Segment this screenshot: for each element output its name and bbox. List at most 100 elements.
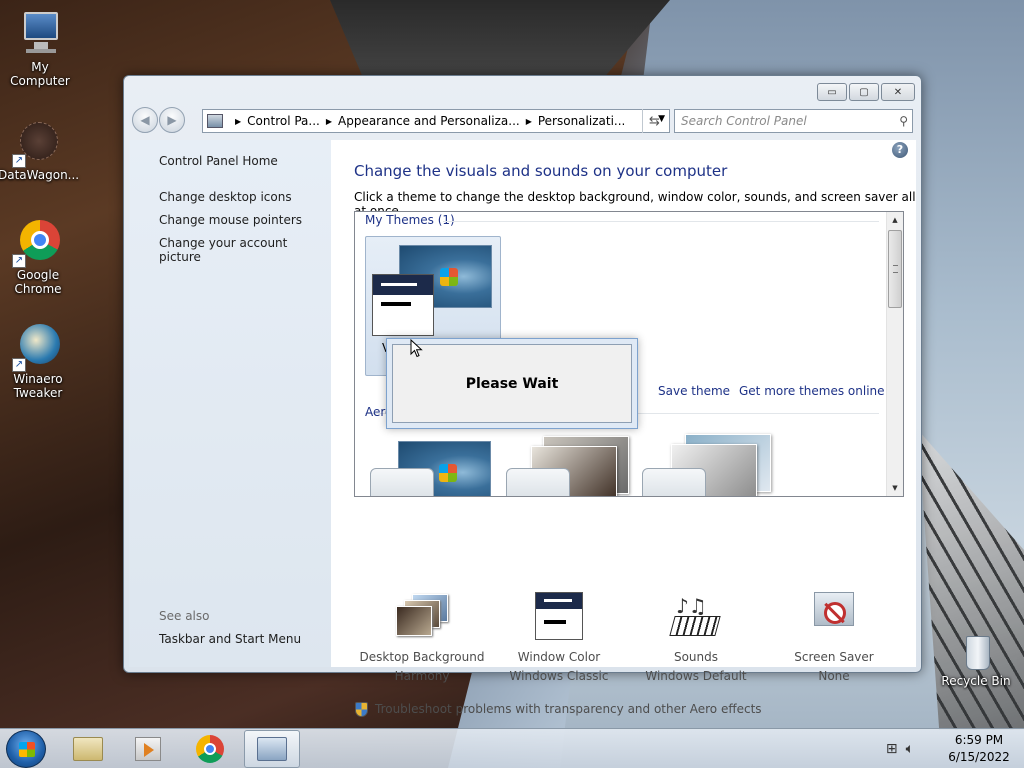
clock[interactable]: 6:59 PM 6/15/2022	[934, 732, 1024, 766]
windows-logo-icon	[439, 464, 457, 482]
taskbar-explorer[interactable]	[60, 730, 116, 768]
window-controls: ▭ ▢ ✕	[817, 83, 915, 101]
close-button[interactable]: ✕	[881, 83, 915, 101]
breadcrumb-item-control-panel[interactable]: Control Pa...	[247, 114, 320, 128]
clock-date: 6/15/2022	[948, 750, 1010, 764]
recycle-bin-icon	[952, 632, 1000, 672]
taskbar-control-panel[interactable]	[244, 730, 300, 768]
breadcrumb: ▶ Control Pa... ▶ Appearance and Persona…	[229, 114, 625, 128]
sounds-icon: ♪♫	[666, 592, 726, 644]
scroll-up-icon[interactable]: ▲	[887, 212, 903, 228]
breadcrumb-separator-icon[interactable]: ▶	[235, 117, 241, 126]
address-bar[interactable]: ▶ Control Pa... ▶ Appearance and Persona…	[202, 109, 670, 133]
page-title: Change the visuals and sounds on your co…	[354, 162, 728, 180]
sounds-button[interactable]: ♪♫ Sounds Windows Default	[631, 592, 761, 683]
windows-logo-icon	[440, 268, 458, 286]
help-icon[interactable]: ?	[892, 142, 908, 158]
maximize-icon: ▢	[859, 86, 869, 98]
datawagon-icon: ↗	[12, 118, 62, 168]
section-divider	[443, 221, 879, 222]
desktop-icon-winaero-tweaker[interactable]: ↗ Winaero Tweaker	[0, 322, 78, 400]
minimize-icon: ▭	[827, 86, 837, 98]
close-icon: ✕	[893, 86, 903, 98]
get-more-themes-link[interactable]: Get more themes online	[739, 384, 885, 398]
desktop-icon-datawagon[interactable]: ↗ DataWagon...	[0, 118, 80, 182]
control-panel-home-link[interactable]: Control Panel Home	[159, 154, 278, 168]
back-arrow-icon: ◀	[140, 113, 150, 127]
shortcut-arrow-icon: ↗	[12, 358, 26, 372]
change-desktop-icons-link[interactable]: Change desktop icons	[159, 190, 292, 204]
desktop-icon-label: Google Chrome	[14, 268, 62, 296]
volume-icon[interactable]: 🔈︎	[906, 741, 914, 757]
chrome-icon	[196, 735, 224, 763]
screen-saver-title: Screen Saver	[794, 650, 874, 664]
left-pane: Control Panel Home Change desktop icons …	[129, 140, 331, 667]
navigation-bar: ◀ ▶ ▶ Control Pa... ▶ Appearance and Per…	[132, 106, 913, 134]
taskbar-chrome[interactable]	[182, 730, 238, 768]
media-player-icon	[135, 737, 161, 761]
refresh-button[interactable]: ⇆	[642, 109, 666, 133]
maximize-button[interactable]: ▢	[849, 83, 879, 101]
window-color-icon	[529, 592, 589, 644]
screen-saver-value: None	[818, 669, 850, 683]
please-wait-text: Please Wait	[392, 344, 632, 423]
desktop-icon-label: My Computer	[10, 60, 70, 88]
window-color-thumbnail	[506, 468, 570, 496]
desktop-background-button[interactable]: Desktop Background Harmony	[357, 592, 487, 683]
desktop-icon-my-computer[interactable]: My Computer	[0, 10, 80, 88]
taskbar-media-player[interactable]	[120, 730, 176, 768]
shortcut-arrow-icon: ↗	[12, 254, 26, 268]
change-mouse-pointers-link[interactable]: Change mouse pointers	[159, 213, 302, 227]
breadcrumb-separator-icon[interactable]: ▶	[326, 117, 332, 126]
control-panel-icon	[207, 114, 223, 128]
taskbar: ⊞ 🔈︎ 6:59 PM 6/15/2022	[0, 728, 1024, 768]
search-input[interactable]: Search Control Panel ⚲	[674, 109, 913, 133]
control-panel-icon	[257, 737, 287, 761]
breadcrumb-item-personalization[interactable]: Personalizati...	[538, 114, 625, 128]
change-account-picture-link[interactable]: Change your account picture	[159, 236, 331, 264]
winaero-tweaker-icon: ↗	[12, 322, 62, 372]
window-color-value: Windows Classic	[509, 669, 609, 683]
folder-icon	[73, 737, 103, 761]
my-themes-label: My Themes (1)	[365, 213, 455, 227]
window-color-button[interactable]: Window Color Windows Classic	[494, 592, 624, 683]
desktop-icon-label: Recycle Bin	[941, 674, 1011, 688]
desktop-background-icon	[392, 592, 452, 644]
desktop-icon-label: DataWagon...	[0, 168, 80, 182]
troubleshoot-aero-link[interactable]: Troubleshoot problems with transparency …	[375, 702, 762, 716]
shield-icon	[355, 702, 368, 717]
save-theme-link[interactable]: Save theme	[658, 384, 730, 398]
window-color-thumbnail	[642, 468, 706, 496]
scroll-thumb[interactable]	[888, 230, 902, 308]
breadcrumb-separator-icon[interactable]: ▶	[526, 117, 532, 126]
theme-list-scrollbar[interactable]: ▲ ▼	[886, 212, 903, 496]
desktop-background-value: Harmony	[394, 669, 450, 683]
breadcrumb-item-appearance[interactable]: Appearance and Personaliza...	[338, 114, 520, 128]
scroll-down-icon[interactable]: ▼	[887, 480, 903, 496]
forward-button[interactable]: ▶	[159, 107, 185, 133]
sounds-title: Sounds	[673, 650, 719, 664]
back-button[interactable]: ◀	[132, 107, 158, 133]
system-tray: ⊞ 🔈︎ 6:59 PM 6/15/2022	[886, 729, 1024, 768]
shortcut-arrow-icon: ↗	[12, 154, 26, 168]
minimize-button[interactable]: ▭	[817, 83, 847, 101]
desktop-icon-label: Winaero Tweaker	[13, 372, 63, 400]
mouse-cursor-icon	[410, 339, 423, 358]
window-color-thumbnail	[372, 274, 434, 336]
forward-arrow-icon: ▶	[167, 113, 177, 127]
windows-logo-icon	[19, 742, 35, 757]
desktop-icon-google-chrome[interactable]: ↗ Google Chrome	[0, 218, 78, 296]
window-color-thumbnail	[370, 468, 434, 496]
start-button[interactable]	[6, 730, 46, 768]
search-icon[interactable]: ⚲	[899, 114, 908, 128]
see-also-label: See also	[159, 609, 210, 623]
clock-time: 6:59 PM	[954, 733, 1004, 747]
chrome-icon: ↗	[12, 218, 62, 268]
desktop-icon-recycle-bin[interactable]: Recycle Bin	[936, 632, 1016, 688]
computer-icon	[16, 10, 64, 58]
screen-saver-button[interactable]: Screen Saver None	[769, 592, 899, 683]
taskbar-start-menu-link[interactable]: Taskbar and Start Menu	[159, 632, 301, 646]
network-icon[interactable]: ⊞	[886, 741, 898, 757]
search-placeholder: Search Control Panel	[681, 114, 807, 128]
refresh-icon: ⇆	[649, 113, 660, 129]
